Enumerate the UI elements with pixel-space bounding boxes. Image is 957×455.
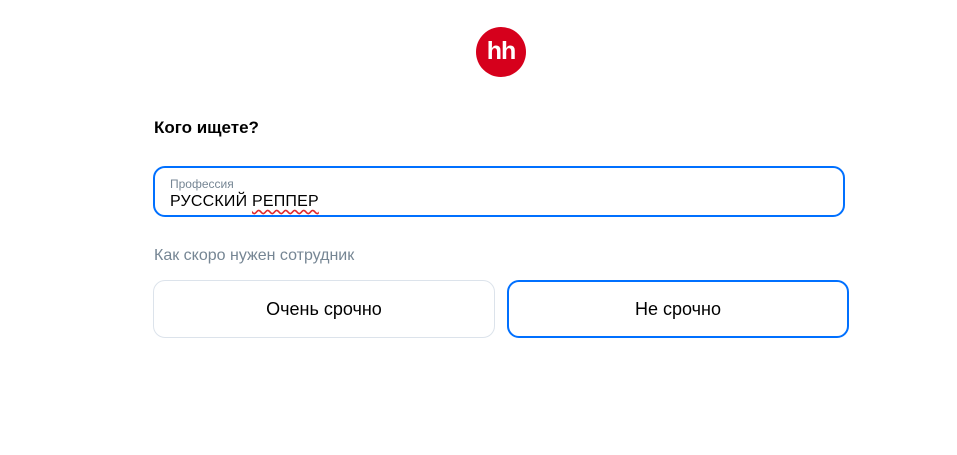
option-not-urgent-label: Не срочно [635,298,721,319]
urgency-label: Как скоро нужен сотрудник [154,247,355,264]
profession-input[interactable]: РУССКИЙ РЕППЕР [170,193,319,211]
hh-logo: hh [476,27,526,77]
profession-value-word1: РУССКИЙ [170,193,252,210]
page-title: Кого ищете? [154,118,259,137]
profession-field[interactable]: Профессия РУССКИЙ РЕППЕР [153,166,845,217]
profession-value-word2: РЕППЕР [251,193,319,210]
option-very-urgent-label: Очень срочно [266,298,382,319]
option-very-urgent-button[interactable]: Очень срочно [153,280,495,338]
profession-field-label: Профессия [170,177,234,191]
option-not-urgent-button[interactable]: Не срочно [507,280,849,338]
logo-text: hh [486,36,517,65]
